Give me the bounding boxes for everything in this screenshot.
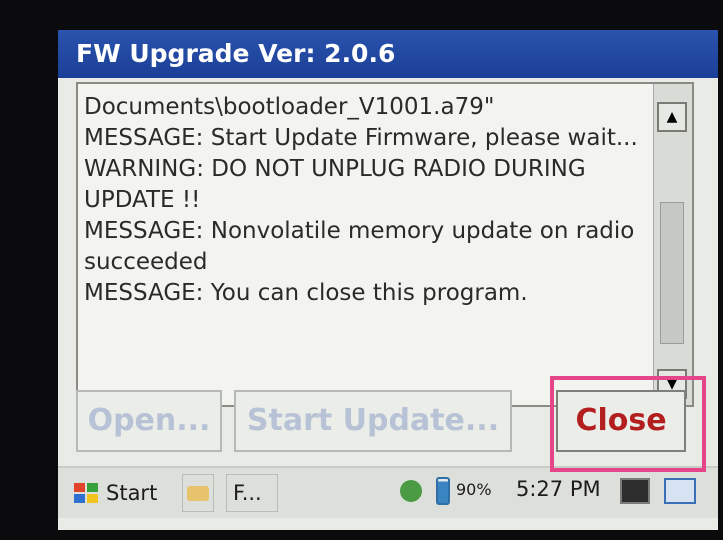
wireless-signal-icon[interactable]	[400, 480, 422, 502]
device-screen: FW Upgrade Ver: 2.0.6 Documents\bootload…	[58, 30, 718, 530]
start-label: Start	[106, 481, 158, 505]
windows-icon[interactable]	[664, 478, 696, 504]
log-line: MESSAGE: You can close this program.	[84, 280, 528, 306]
battery-percent: 90%	[456, 480, 492, 499]
log-line: succeeded	[84, 249, 208, 275]
log-line: MESSAGE: Start Update Firmware, please w…	[84, 125, 638, 151]
taskbar: Start F... 90% 5:27 PM	[58, 466, 718, 518]
start-update-button[interactable]: Start Update...	[234, 390, 512, 452]
clock[interactable]: 5:27 PM	[516, 477, 601, 501]
log-line: WARNING: DO NOT UNPLUG RADIO DURING	[84, 156, 586, 182]
log-scrollbar[interactable]: ▲ ▼	[653, 84, 692, 405]
keyboard-icon[interactable]	[620, 478, 650, 504]
log-line: MESSAGE: Nonvolatile memory update on ra…	[84, 218, 635, 244]
close-button[interactable]: Close	[556, 390, 686, 452]
window-title: FW Upgrade Ver: 2.0.6	[58, 30, 718, 78]
battery-icon[interactable]	[436, 477, 450, 505]
folder-taskbar-button[interactable]	[182, 474, 214, 512]
scroll-thumb[interactable]	[660, 202, 684, 344]
log-line: Documents\bootloader_V1001.a79"	[84, 94, 495, 120]
start-button[interactable]: Start	[66, 474, 174, 512]
log-textbox[interactable]: Documents\bootloader_V1001.a79" MESSAGE:…	[76, 82, 694, 407]
log-line: UPDATE !!	[84, 187, 201, 213]
windows-flag-icon	[74, 483, 98, 503]
scroll-up-arrow-icon[interactable]: ▲	[657, 102, 687, 132]
taskbar-app-button[interactable]: F...	[226, 474, 278, 512]
log-text: Documents\bootloader_V1001.a79" MESSAGE:…	[84, 92, 644, 309]
folder-icon	[187, 486, 209, 501]
open-button[interactable]: Open...	[76, 390, 222, 452]
